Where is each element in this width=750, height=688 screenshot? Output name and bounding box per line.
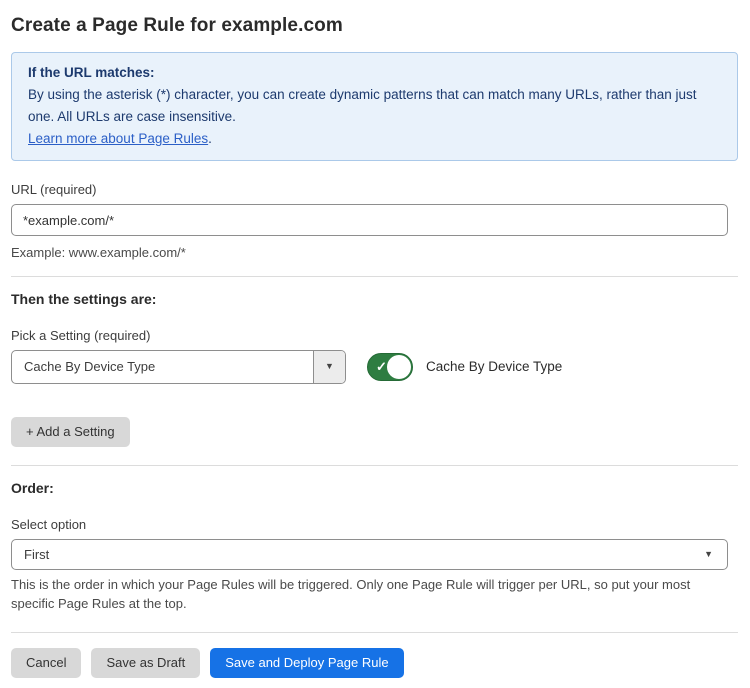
link-suffix-period: . bbox=[208, 131, 212, 146]
order-select-label: Select option bbox=[11, 517, 738, 532]
url-field-helper: Example: www.example.com/* bbox=[11, 243, 738, 263]
settings-row: Cache By Device Type ▼ ✓ Cache By Device… bbox=[11, 350, 738, 384]
setting-toggle-group: ✓ Cache By Device Type bbox=[367, 353, 562, 381]
setting-select-arrow-button[interactable]: ▼ bbox=[313, 351, 345, 383]
toggle-knob bbox=[387, 355, 411, 379]
footer-actions: Cancel Save as Draft Save and Deploy Pag… bbox=[11, 648, 738, 678]
info-box-link-line: Learn more about Page Rules. bbox=[28, 128, 721, 150]
order-helper-text: This is the order in which your Page Rul… bbox=[11, 575, 737, 614]
info-box-heading: If the URL matches: bbox=[28, 62, 721, 84]
url-input[interactable] bbox=[11, 204, 728, 236]
cancel-button[interactable]: Cancel bbox=[11, 648, 81, 678]
chevron-down-icon: ▼ bbox=[325, 362, 334, 371]
setting-select[interactable]: Cache By Device Type ▼ bbox=[11, 350, 346, 384]
order-select-value: First bbox=[12, 547, 704, 562]
url-match-info-box: If the URL matches: By using the asteris… bbox=[11, 52, 738, 161]
settings-section-heading: Then the settings are: bbox=[11, 291, 738, 307]
divider bbox=[11, 632, 738, 633]
setting-picker-label: Pick a Setting (required) bbox=[11, 328, 738, 343]
divider bbox=[11, 276, 738, 277]
order-select-arrow: ▼ bbox=[704, 550, 727, 559]
setting-toggle-label: Cache By Device Type bbox=[426, 359, 562, 374]
order-select[interactable]: First ▼ bbox=[11, 539, 728, 570]
url-field-label: URL (required) bbox=[11, 182, 738, 197]
chevron-down-icon: ▼ bbox=[704, 550, 713, 559]
divider bbox=[11, 465, 738, 466]
save-deploy-button[interactable]: Save and Deploy Page Rule bbox=[210, 648, 403, 678]
add-setting-button[interactable]: + Add a Setting bbox=[11, 417, 130, 447]
setting-enabled-toggle[interactable]: ✓ bbox=[367, 353, 413, 381]
save-draft-button[interactable]: Save as Draft bbox=[91, 648, 200, 678]
learn-more-link[interactable]: Learn more about Page Rules bbox=[28, 131, 208, 146]
check-icon: ✓ bbox=[376, 360, 387, 373]
order-section-heading: Order: bbox=[11, 480, 738, 496]
setting-select-value: Cache By Device Type bbox=[12, 359, 313, 374]
create-page-rule-form: Create a Page Rule for example.com If th… bbox=[0, 0, 750, 678]
page-title: Create a Page Rule for example.com bbox=[11, 15, 738, 37]
info-box-body: By using the asterisk (*) character, you… bbox=[28, 84, 721, 128]
